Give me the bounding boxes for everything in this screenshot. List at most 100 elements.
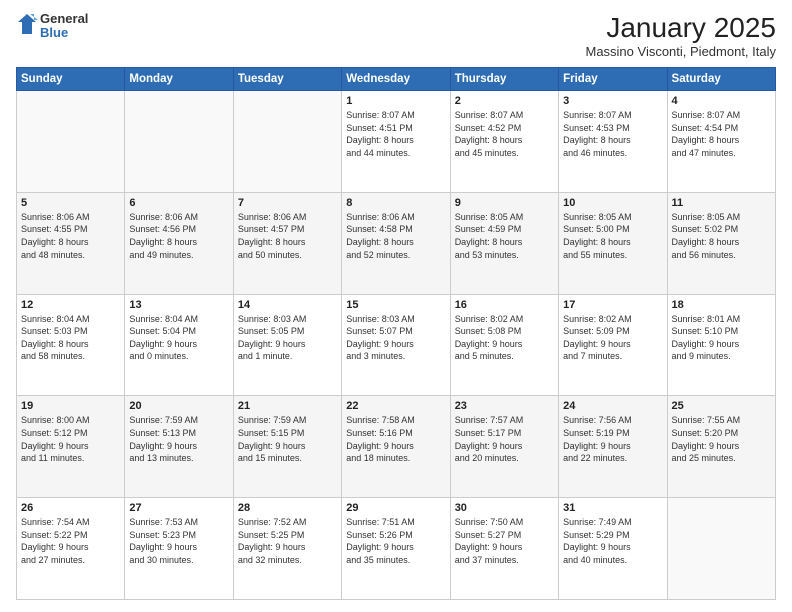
- day-info: Sunrise: 7:56 AM Sunset: 5:19 PM Dayligh…: [563, 414, 662, 464]
- day-info: Sunrise: 8:06 AM Sunset: 4:56 PM Dayligh…: [129, 211, 228, 261]
- day-number: 23: [455, 400, 554, 412]
- day-number: 3: [563, 95, 662, 107]
- weekday-header: Monday: [125, 68, 233, 91]
- day-info: Sunrise: 7:53 AM Sunset: 5:23 PM Dayligh…: [129, 516, 228, 566]
- day-number: 25: [672, 400, 771, 412]
- day-info: Sunrise: 8:07 AM Sunset: 4:51 PM Dayligh…: [346, 109, 445, 159]
- day-info: Sunrise: 8:07 AM Sunset: 4:54 PM Dayligh…: [672, 109, 771, 159]
- header: General Blue January 2025 Massino Viscon…: [16, 12, 776, 59]
- day-info: Sunrise: 7:49 AM Sunset: 5:29 PM Dayligh…: [563, 516, 662, 566]
- day-info: Sunrise: 7:55 AM Sunset: 5:20 PM Dayligh…: [672, 414, 771, 464]
- day-info: Sunrise: 8:04 AM Sunset: 5:04 PM Dayligh…: [129, 313, 228, 363]
- day-info: Sunrise: 8:02 AM Sunset: 5:09 PM Dayligh…: [563, 313, 662, 363]
- day-number: 9: [455, 197, 554, 209]
- calendar-cell: 16 Sunrise: 8:02 AM Sunset: 5:08 PM Dayli…: [450, 294, 558, 396]
- day-number: 2: [455, 95, 554, 107]
- weekday-header: Tuesday: [233, 68, 341, 91]
- calendar-week-row: 26 Sunrise: 7:54 AM Sunset: 5:22 PM Dayli…: [17, 498, 776, 600]
- calendar-cell: 15Sunrise: 8:03 AM Sunset: 5:07 PM Dayli…: [342, 294, 450, 396]
- calendar-cell: 21 Sunrise: 7:59 AM Sunset: 5:15 PM Dayli…: [233, 396, 341, 498]
- month-title: January 2025: [585, 12, 776, 44]
- day-number: 14: [238, 299, 337, 311]
- calendar-cell: 25 Sunrise: 7:55 AM Sunset: 5:20 PM Dayli…: [667, 396, 775, 498]
- calendar-cell: 4 Sunrise: 8:07 AM Sunset: 4:54 PM Daylig…: [667, 91, 775, 193]
- calendar-cell: 2 Sunrise: 8:07 AM Sunset: 4:52 PM Daylig…: [450, 91, 558, 193]
- day-info: Sunrise: 7:57 AM Sunset: 5:17 PM Dayligh…: [455, 414, 554, 464]
- day-info: Sunrise: 7:59 AM Sunset: 5:13 PM Dayligh…: [129, 414, 228, 464]
- calendar-cell: 8 Sunrise: 8:06 AM Sunset: 4:58 PM Daylig…: [342, 192, 450, 294]
- day-number: 27: [129, 502, 228, 514]
- weekday-header: Thursday: [450, 68, 558, 91]
- day-number: 8: [346, 197, 445, 209]
- weekday-header: Saturday: [667, 68, 775, 91]
- day-info: Sunrise: 8:06 AM Sunset: 4:58 PM Dayligh…: [346, 211, 445, 261]
- calendar-cell: 31 Sunrise: 7:49 AM Sunset: 5:29 PM Dayli…: [559, 498, 667, 600]
- logo-text: General Blue: [40, 12, 88, 41]
- calendar-cell: 27 Sunrise: 7:53 AM Sunset: 5:23 PM Dayli…: [125, 498, 233, 600]
- day-info: Sunrise: 8:07 AM Sunset: 4:52 PM Dayligh…: [455, 109, 554, 159]
- day-number: 11: [672, 197, 771, 209]
- day-number: 5: [21, 197, 120, 209]
- calendar-cell: [17, 91, 125, 193]
- calendar-week-row: 19 Sunrise: 8:00 AM Sunset: 5:12 PM Dayli…: [17, 396, 776, 498]
- calendar-cell: 29Sunrise: 7:51 AM Sunset: 5:26 PM Dayli…: [342, 498, 450, 600]
- day-number: 1: [346, 95, 445, 107]
- weekday-header: Sunday: [17, 68, 125, 91]
- day-number: 22: [346, 400, 445, 412]
- day-info: Sunrise: 8:05 AM Sunset: 5:00 PM Dayligh…: [563, 211, 662, 261]
- day-number: 4: [672, 95, 771, 107]
- day-number: 24: [563, 400, 662, 412]
- title-area: January 2025 Massino Visconti, Piedmont,…: [585, 12, 776, 59]
- calendar-cell: 14 Sunrise: 8:03 AM Sunset: 5:05 PM Dayli…: [233, 294, 341, 396]
- logo-icon: [16, 12, 38, 40]
- calendar-cell: [233, 91, 341, 193]
- day-number: 16: [455, 299, 554, 311]
- calendar-cell: 12Sunrise: 8:04 AM Sunset: 5:03 PM Dayli…: [17, 294, 125, 396]
- day-number: 26: [21, 502, 120, 514]
- calendar-cell: 30Sunrise: 7:50 AM Sunset: 5:27 PM Dayli…: [450, 498, 558, 600]
- calendar-cell: 1 Sunrise: 8:07 AM Sunset: 4:51 PM Daylig…: [342, 91, 450, 193]
- calendar-cell: 20Sunrise: 7:59 AM Sunset: 5:13 PM Dayli…: [125, 396, 233, 498]
- day-info: Sunrise: 8:06 AM Sunset: 4:55 PM Dayligh…: [21, 211, 120, 261]
- calendar-cell: 5 Sunrise: 8:06 AM Sunset: 4:55 PM Daylig…: [17, 192, 125, 294]
- calendar-cell: 28Sunrise: 7:52 AM Sunset: 5:25 PM Dayli…: [233, 498, 341, 600]
- day-info: Sunrise: 8:07 AM Sunset: 4:53 PM Dayligh…: [563, 109, 662, 159]
- calendar-cell: 11 Sunrise: 8:05 AM Sunset: 5:02 PM Dayli…: [667, 192, 775, 294]
- day-info: Sunrise: 8:04 AM Sunset: 5:03 PM Dayligh…: [21, 313, 120, 363]
- calendar-cell: [667, 498, 775, 600]
- logo: General Blue: [16, 12, 88, 41]
- day-info: Sunrise: 7:54 AM Sunset: 5:22 PM Dayligh…: [21, 516, 120, 566]
- logo-blue: Blue: [40, 26, 88, 40]
- day-number: 10: [563, 197, 662, 209]
- calendar-cell: 7 Sunrise: 8:06 AM Sunset: 4:57 PM Daylig…: [233, 192, 341, 294]
- calendar-cell: 18Sunrise: 8:01 AM Sunset: 5:10 PM Dayli…: [667, 294, 775, 396]
- day-number: 17: [563, 299, 662, 311]
- calendar-cell: 3 Sunrise: 8:07 AM Sunset: 4:53 PM Daylig…: [559, 91, 667, 193]
- calendar-cell: 13Sunrise: 8:04 AM Sunset: 5:04 PM Dayli…: [125, 294, 233, 396]
- day-info: Sunrise: 8:03 AM Sunset: 5:05 PM Dayligh…: [238, 313, 337, 363]
- day-number: 19: [21, 400, 120, 412]
- calendar-cell: 9Sunrise: 8:05 AM Sunset: 4:59 PM Daylig…: [450, 192, 558, 294]
- day-info: Sunrise: 8:00 AM Sunset: 5:12 PM Dayligh…: [21, 414, 120, 464]
- page: General Blue January 2025 Massino Viscon…: [0, 0, 792, 612]
- day-info: Sunrise: 8:01 AM Sunset: 5:10 PM Dayligh…: [672, 313, 771, 363]
- day-number: 31: [563, 502, 662, 514]
- day-info: Sunrise: 8:03 AM Sunset: 5:07 PM Dayligh…: [346, 313, 445, 363]
- logo-general: General: [40, 12, 88, 26]
- day-number: 21: [238, 400, 337, 412]
- day-info: Sunrise: 7:52 AM Sunset: 5:25 PM Dayligh…: [238, 516, 337, 566]
- day-info: Sunrise: 8:05 AM Sunset: 5:02 PM Dayligh…: [672, 211, 771, 261]
- day-info: Sunrise: 7:59 AM Sunset: 5:15 PM Dayligh…: [238, 414, 337, 464]
- calendar-week-row: 1 Sunrise: 8:07 AM Sunset: 4:51 PM Daylig…: [17, 91, 776, 193]
- calendar-cell: 26 Sunrise: 7:54 AM Sunset: 5:22 PM Dayli…: [17, 498, 125, 600]
- calendar-cell: 23 Sunrise: 7:57 AM Sunset: 5:17 PM Dayli…: [450, 396, 558, 498]
- weekday-header: Wednesday: [342, 68, 450, 91]
- calendar-cell: 17 Sunrise: 8:02 AM Sunset: 5:09 PM Dayli…: [559, 294, 667, 396]
- day-number: 7: [238, 197, 337, 209]
- calendar-cell: 24 Sunrise: 7:56 AM Sunset: 5:19 PM Dayli…: [559, 396, 667, 498]
- day-info: Sunrise: 8:02 AM Sunset: 5:08 PM Dayligh…: [455, 313, 554, 363]
- calendar-table: SundayMondayTuesdayWednesdayThursdayFrid…: [16, 67, 776, 600]
- calendar-cell: 22Sunrise: 7:58 AM Sunset: 5:16 PM Dayli…: [342, 396, 450, 498]
- day-info: Sunrise: 7:50 AM Sunset: 5:27 PM Dayligh…: [455, 516, 554, 566]
- day-info: Sunrise: 8:06 AM Sunset: 4:57 PM Dayligh…: [238, 211, 337, 261]
